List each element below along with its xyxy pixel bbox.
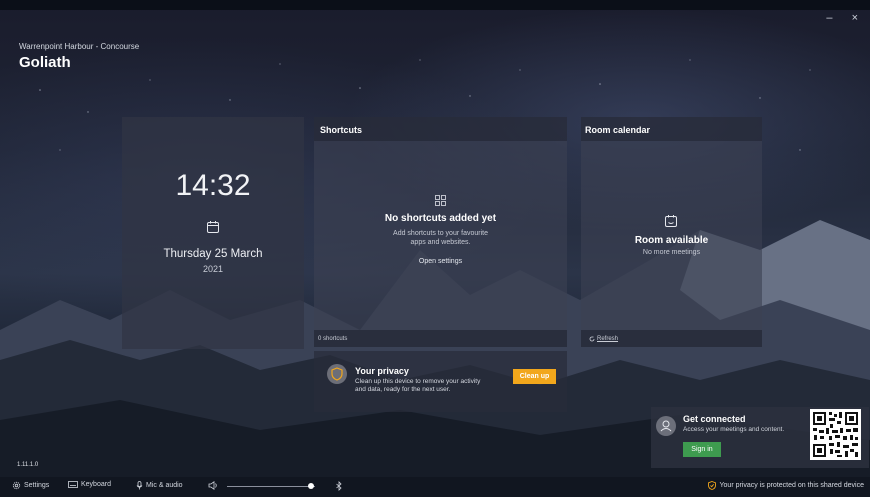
speaker-icon (208, 481, 217, 490)
clock-date: Thursday 25 March (163, 248, 263, 260)
keyboard-button[interactable]: Keyboard (68, 481, 111, 488)
privacy-protected-note[interactable]: Your privacy is protected on this shared… (707, 481, 865, 490)
grid-icon (435, 195, 446, 206)
shortcuts-empty-desc-2: apps and websites. (410, 239, 471, 246)
room-status: Room available (634, 235, 709, 246)
room-status-sub: No more meetings (642, 249, 701, 256)
bluetooth-button[interactable] (336, 481, 342, 491)
location-label: Warrenpoint Harbour - Concourse (19, 42, 140, 51)
sign-in-button[interactable]: Sign in (683, 442, 721, 457)
volume-button[interactable] (208, 481, 219, 490)
app-version: 1.11.1.0 (17, 462, 39, 468)
room-calendar-footer: Refresh (581, 330, 762, 347)
bluetooth-icon (336, 481, 342, 491)
open-settings-link[interactable]: Open settings (314, 258, 567, 265)
get-connected-desc: Access your meetings and content. (683, 426, 785, 433)
privacy-desc-1: Clean up this device to remove your acti… (355, 378, 481, 385)
room-calendar-header: Room calendar (581, 117, 762, 141)
refresh-label: Refresh (597, 336, 619, 342)
privacy-note-label: Your privacy is protected on this shared… (719, 482, 865, 489)
get-connected-title: Get connected (683, 414, 746, 424)
shield-check-icon (707, 481, 716, 490)
window-titlebar (0, 0, 870, 10)
privacy-desc-2: and data, ready for the next user. (355, 386, 451, 393)
shortcuts-empty-desc-1: Add shortcuts to your favourite (393, 230, 488, 237)
keyboard-icon (68, 481, 78, 488)
shortcuts-footer: 0 shortcuts (314, 330, 567, 347)
room-calendar-title: Room calendar (585, 125, 651, 135)
shortcuts-title: Shortcuts (320, 125, 363, 135)
privacy-shield-avatar (327, 364, 347, 384)
user-avatar (656, 416, 676, 436)
privacy-description: Clean up this device to remove your acti… (355, 378, 505, 394)
shield-icon (331, 367, 343, 381)
window-controls[interactable]: – × (826, 12, 866, 24)
refresh-link[interactable]: Refresh (589, 336, 618, 342)
clean-up-button[interactable]: Clean up (513, 369, 556, 384)
shortcuts-header: Shortcuts (314, 117, 567, 141)
clock-card: 14:32 Thursday 25 March 2021 (122, 117, 304, 349)
microphone-icon (136, 481, 143, 490)
refresh-icon (589, 336, 595, 342)
shortcuts-count: 0 shortcuts (318, 336, 348, 342)
volume-slider-handle[interactable] (307, 483, 314, 489)
privacy-title: Your privacy (355, 366, 409, 376)
keyboard-label: Keyboard (81, 481, 111, 488)
settings-label: Settings (24, 482, 50, 489)
user-icon (660, 420, 672, 432)
volume-slider-track[interactable] (227, 486, 315, 487)
shortcuts-body: No shortcuts added yet Add shortcuts to … (314, 141, 567, 330)
mic-audio-button[interactable]: Mic & audio (136, 481, 183, 490)
clock-time: 14:32 (175, 169, 251, 202)
settings-button[interactable]: Settings (12, 481, 49, 490)
calendar-icon (207, 221, 219, 233)
shortcuts-empty-title: No shortcuts added yet (384, 213, 497, 224)
clock-year: 2021 (202, 264, 224, 274)
gear-icon (12, 481, 21, 490)
mic-audio-label: Mic & audio (146, 482, 183, 489)
calendar-check-icon (665, 215, 677, 227)
room-name: Goliath (19, 54, 71, 71)
room-calendar-body: Room available No more meetings (581, 141, 762, 330)
qr-code[interactable] (810, 409, 861, 460)
